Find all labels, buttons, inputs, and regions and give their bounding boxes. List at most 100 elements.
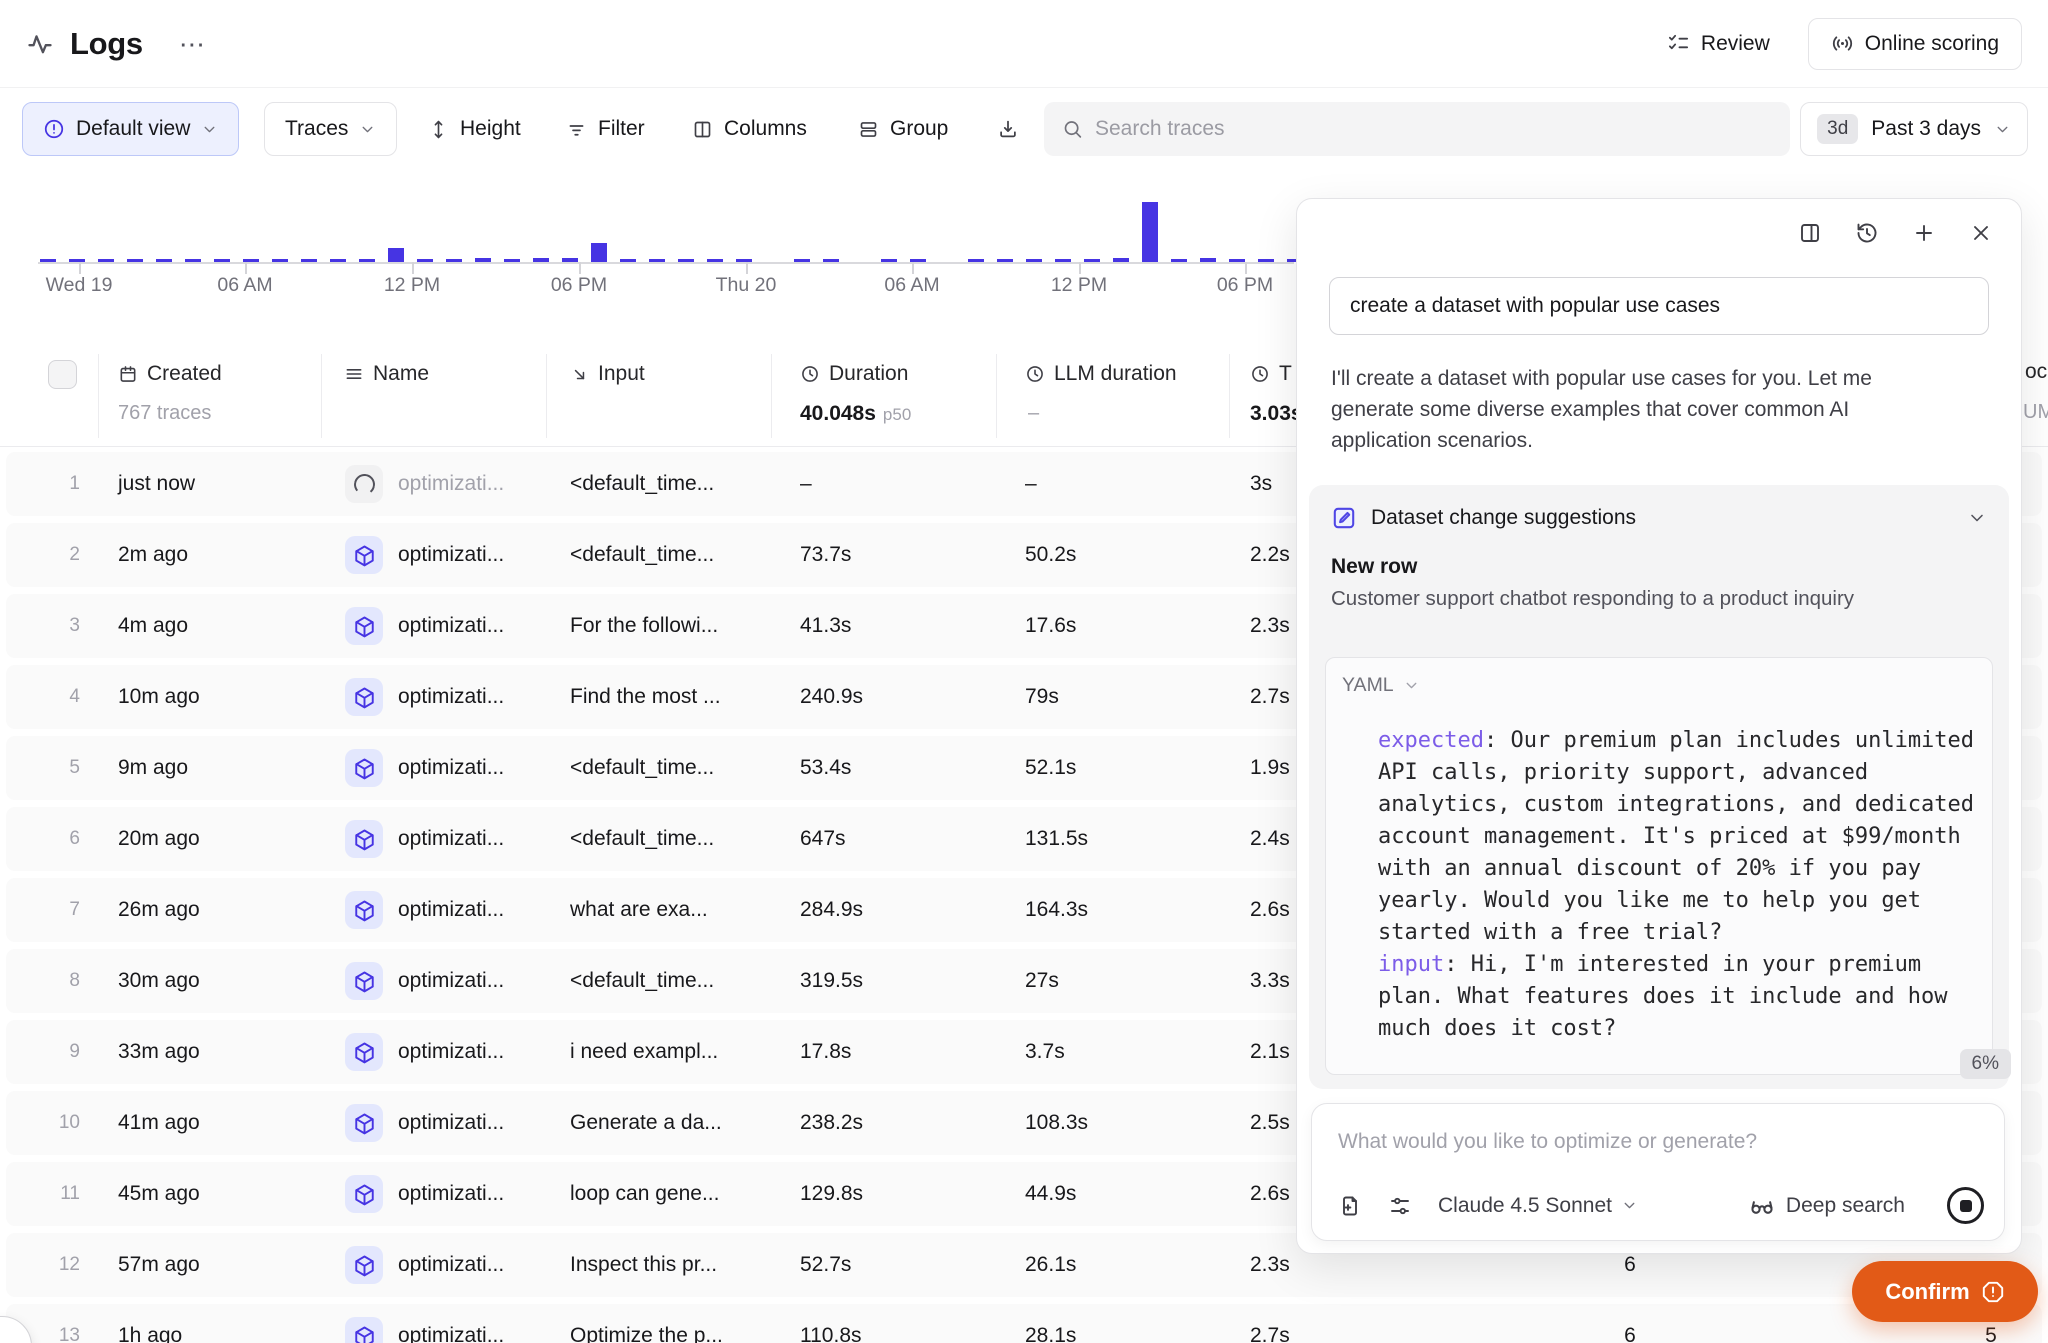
cell-created: 1h ago: [118, 1324, 182, 1343]
column-header-ttft-truncated[interactable]: T: [1250, 362, 1292, 386]
cell-name: optimizati...: [398, 685, 504, 709]
cell-llm-duration: 28.1s: [1025, 1324, 1076, 1343]
cell-input: i need exampl...: [570, 1040, 718, 1064]
cell-duration: 52.7s: [800, 1253, 851, 1277]
cell-llm-duration: 164.3s: [1025, 898, 1088, 922]
row-height-button[interactable]: Height: [428, 102, 521, 156]
model-selector[interactable]: Claude 4.5 Sonnet: [1438, 1194, 1638, 1218]
search-input[interactable]: [1095, 117, 1772, 141]
chat-composer[interactable]: What would you like to optimize or gener…: [1311, 1103, 2005, 1241]
suggestions-header[interactable]: Dataset change suggestions: [1325, 501, 1993, 535]
time-range-badge: 3d: [1817, 114, 1858, 144]
cell-ttft: 2.5s: [1250, 1111, 1290, 1135]
overflow-menu-button[interactable]: ⋯: [179, 39, 207, 49]
table-toolbar: Default view Traces Height Filter Column…: [0, 102, 2048, 158]
filter-button[interactable]: Filter: [566, 102, 645, 156]
column-header-created[interactable]: Created: [118, 362, 222, 386]
yaml-key: expected: [1378, 728, 1484, 753]
chevron-down-icon: [359, 121, 376, 138]
chat-title-input[interactable]: [1329, 277, 1989, 335]
cell-llm-duration: 44.9s: [1025, 1182, 1076, 1206]
histogram-bar[interactable]: [1142, 202, 1158, 262]
cell-ttft: 3.3s: [1250, 969, 1290, 993]
trace-box-icon: [345, 1175, 383, 1213]
view-selector[interactable]: Default view: [22, 102, 239, 156]
change-type-label: New row: [1331, 555, 1987, 579]
dataset-change-suggestions-card: Dataset change suggestions New row Custo…: [1309, 485, 2009, 1089]
review-button[interactable]: Review: [1655, 22, 1782, 66]
arrow-down-right-icon: [570, 365, 589, 384]
column-header-name[interactable]: Name: [344, 362, 429, 386]
chevron-down-icon: [1621, 1197, 1638, 1214]
trace-box-icon: [345, 1317, 383, 1343]
columns-button[interactable]: Columns: [692, 102, 807, 156]
cell-name: optimizati...: [398, 1324, 504, 1343]
axis-tick: [1079, 262, 1081, 274]
cell-created: 41m ago: [118, 1111, 200, 1135]
histogram-bar[interactable]: [388, 248, 404, 262]
time-range-selector[interactable]: 3d Past 3 days: [1800, 102, 2028, 156]
cell-duration: 240.9s: [800, 685, 863, 709]
trace-box-icon: [345, 607, 383, 645]
trace-box-icon: [345, 1033, 383, 1071]
checklist-icon: [1667, 32, 1690, 55]
cell-name: optimizati...: [398, 472, 504, 496]
cell-created: 33m ago: [118, 1040, 200, 1064]
cell-llm-duration: 131.5s: [1025, 827, 1088, 851]
export-button[interactable]: [997, 102, 1019, 156]
trace-box-icon: [345, 678, 383, 716]
cell-created: 9m ago: [118, 756, 188, 780]
row-number: 7: [40, 899, 80, 921]
table-row[interactable]: 131h agooptimizati...Optimize the p...11…: [6, 1304, 2042, 1343]
trace-box-icon: [345, 536, 383, 574]
page-title: Logs: [70, 26, 143, 62]
llm-duration-p50: –: [1028, 402, 1039, 425]
cell-created: 10m ago: [118, 685, 200, 709]
cell-input: <default_time...: [570, 827, 714, 851]
stop-generation-button[interactable]: [1947, 1187, 1984, 1224]
cell-input: <default_time...: [570, 969, 714, 993]
cell-ttft: 2.6s: [1250, 1182, 1290, 1206]
group-button[interactable]: Group: [858, 102, 948, 156]
axis-tick-label: 06 PM: [1217, 274, 1273, 297]
select-all-checkbox[interactable]: [48, 360, 77, 389]
panel-layout-icon[interactable]: [1798, 221, 1822, 245]
cell-input: Optimize the p...: [570, 1324, 723, 1343]
settings-icon[interactable]: [1388, 1194, 1412, 1218]
search-icon: [1062, 118, 1083, 140]
column-header-input[interactable]: Input: [570, 362, 645, 386]
deep-search-toggle[interactable]: Deep search: [1749, 1193, 1905, 1219]
row-number: 1: [40, 473, 80, 495]
cell-created: 26m ago: [118, 898, 200, 922]
axis-tick-label: Thu 20: [716, 274, 777, 297]
filter-icon: [566, 119, 587, 140]
logs-page: Logs ⋯ Review Online scoring Default vie…: [0, 0, 2048, 1343]
cell-duration: 41.3s: [800, 614, 851, 638]
search-traces-box: [1044, 102, 1790, 156]
assistant-panel: I'll create a dataset with popular use c…: [1296, 198, 2022, 1254]
history-icon[interactable]: [1855, 221, 1879, 245]
axis-tick: [579, 262, 581, 274]
close-icon[interactable]: [1969, 221, 1993, 245]
online-scoring-button[interactable]: Online scoring: [1808, 18, 2022, 70]
yaml-preview-card: YAML expected: Our premium plan includes…: [1325, 657, 1993, 1075]
new-chat-icon[interactable]: [1912, 221, 1936, 245]
column-header-duration[interactable]: Duration: [800, 362, 908, 386]
chevron-down-icon: [1403, 677, 1420, 694]
confirm-button[interactable]: Confirm: [1852, 1261, 2038, 1322]
attach-file-icon[interactable]: [1338, 1194, 1362, 1218]
clock-icon: [800, 364, 820, 384]
column-header-llm-duration[interactable]: LLM duration: [1025, 362, 1177, 386]
axis-tick: [746, 262, 748, 274]
cell-ttft: 2.7s: [1250, 1324, 1290, 1343]
format-selector[interactable]: YAML: [1342, 674, 1976, 697]
cell-name: optimizati...: [398, 614, 504, 638]
object-type-selector[interactable]: Traces: [264, 102, 397, 156]
histogram-bar[interactable]: [591, 243, 607, 262]
yaml-entry: input: Hi, I'm interested in your premiu…: [1378, 949, 1976, 1045]
axis-tick: [912, 262, 914, 274]
axis-tick-label: 12 PM: [1051, 274, 1107, 297]
cell-name: optimizati...: [398, 1111, 504, 1135]
change-description: Customer support chatbot responding to a…: [1331, 587, 1987, 611]
truncated-column-subheader-fragment: UM: [2023, 401, 2048, 424]
